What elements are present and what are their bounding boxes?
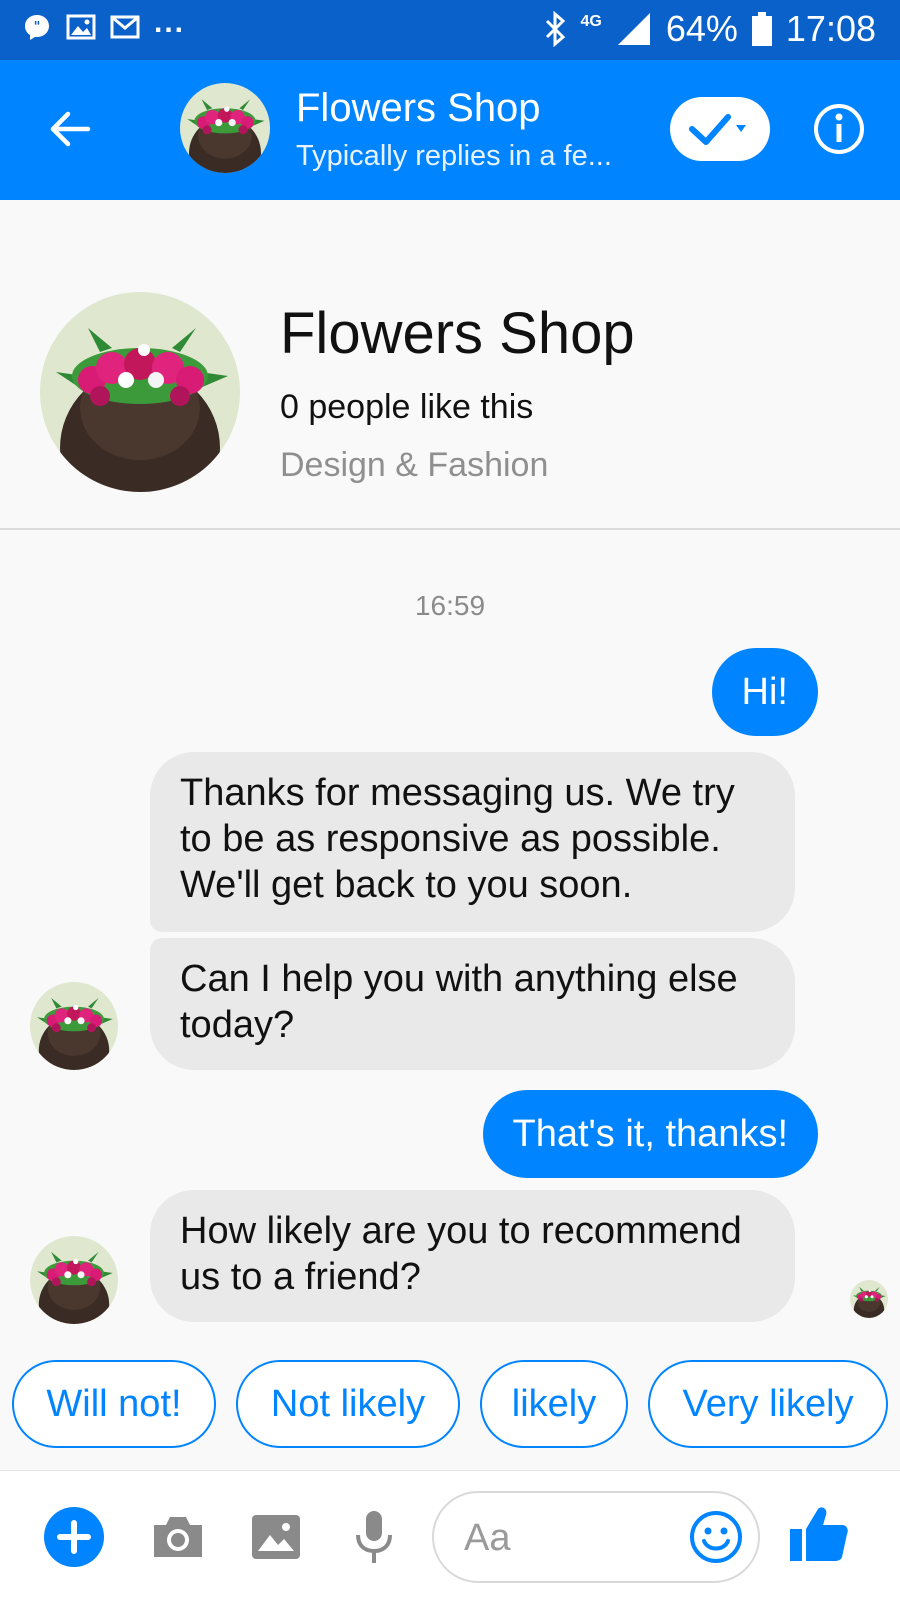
outgoing-message[interactable]: That's it, thanks! xyxy=(482,1090,818,1178)
gmail-notification-icon xyxy=(110,15,140,39)
emoji-icon[interactable] xyxy=(688,1509,744,1565)
outgoing-message[interactable]: Hi! xyxy=(711,648,818,736)
gallery-icon[interactable] xyxy=(246,1507,306,1567)
more-notifications: ... xyxy=(154,6,186,39)
notification-icons: " ... xyxy=(22,6,185,42)
network-type: 4G xyxy=(580,13,602,30)
message-input[interactable]: Aa xyxy=(432,1491,760,1583)
header-title[interactable]: Flowers Shop xyxy=(296,86,541,131)
message-composer: Aa xyxy=(0,1470,900,1600)
microphone-icon[interactable] xyxy=(344,1507,404,1567)
system-status: 4G 64% 17:08 xyxy=(543,8,876,50)
image-notification-icon xyxy=(66,14,96,40)
quick-reply-will-not[interactable]: Will not! xyxy=(12,1360,216,1448)
chat-notification-icon: " xyxy=(25,15,49,40)
back-arrow-icon[interactable] xyxy=(46,104,96,154)
battery-icon xyxy=(751,12,772,46)
checkmark-dropdown-icon xyxy=(689,114,746,145)
header-subtitle: Typically replies in a fe... xyxy=(296,140,612,172)
info-icon[interactable] xyxy=(812,102,866,156)
bluetooth-icon xyxy=(545,11,565,47)
message-input-placeholder: Aa xyxy=(464,1517,511,1559)
incoming-message[interactable]: Can I help you with anything else today? xyxy=(150,938,795,1070)
clock: 17:08 xyxy=(785,8,876,49)
plus-icon[interactable] xyxy=(44,1507,104,1567)
profile-name[interactable]: Flowers Shop xyxy=(280,300,635,367)
seen-indicator-avatar xyxy=(850,1280,888,1318)
quick-reply-not-likely[interactable]: Not likely xyxy=(236,1360,460,1448)
thumbs-up-icon[interactable] xyxy=(786,1501,852,1567)
quick-reply-likely[interactable]: likely xyxy=(480,1360,628,1448)
chat-header: Flowers Shop Typically replies in a fe..… xyxy=(0,60,900,200)
incoming-message[interactable]: Thanks for messaging us. We try to be as… xyxy=(150,752,795,932)
signal-icon xyxy=(617,13,650,45)
sender-avatar[interactable] xyxy=(30,1236,118,1324)
profile-category: Design & Fashion xyxy=(280,446,549,484)
incoming-message[interactable]: How likely are you to recommend us to a … xyxy=(150,1190,795,1322)
battery-percent: 64% xyxy=(665,8,738,49)
status-bar: " ... 4G 64% 17:08 xyxy=(0,0,900,60)
sender-avatar[interactable] xyxy=(30,982,118,1070)
profile-avatar[interactable] xyxy=(40,292,240,492)
profile-likes: 0 people like this xyxy=(280,388,534,426)
svg-text:": " xyxy=(34,20,41,35)
header-avatar[interactable] xyxy=(180,83,270,173)
quick-reply-very-likely[interactable]: Very likely xyxy=(648,1360,888,1448)
camera-icon[interactable] xyxy=(148,1507,208,1567)
checkmark-dropdown-button[interactable] xyxy=(670,97,770,161)
page-profile-card: Flowers Shop 0 people like this Design &… xyxy=(0,200,900,530)
message-timestamp: 16:59 xyxy=(414,590,486,621)
